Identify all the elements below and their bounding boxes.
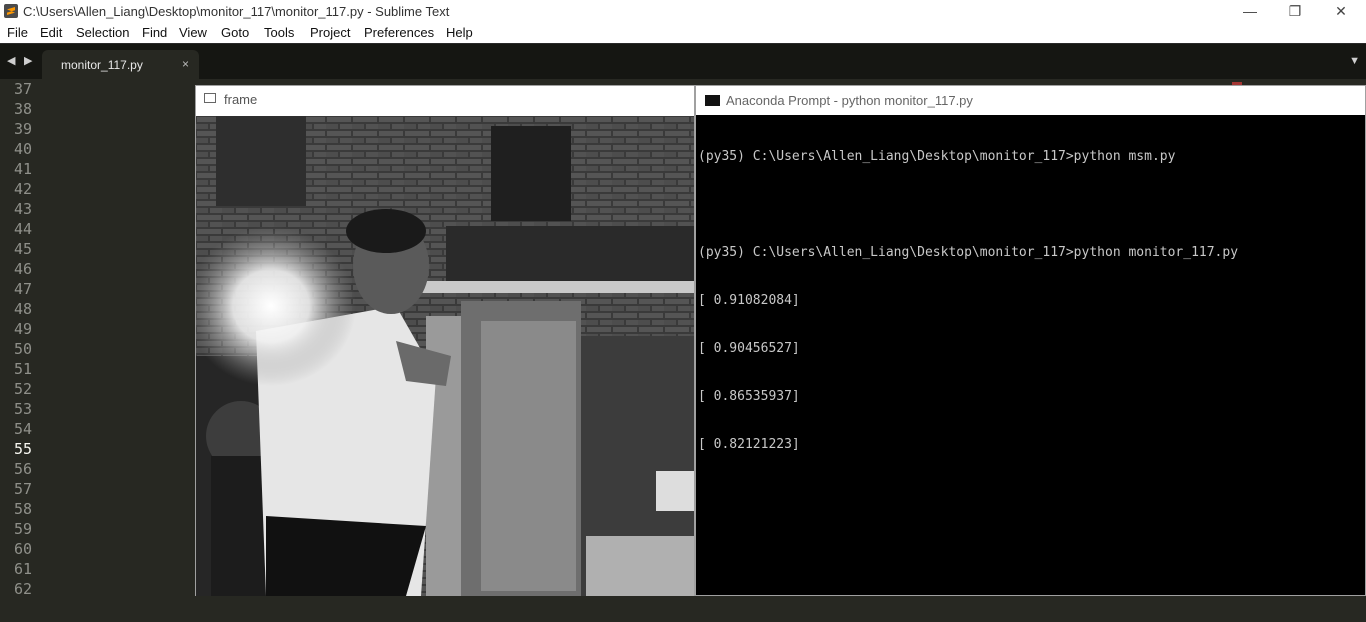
line-number: 42 — [13, 180, 32, 198]
terminal-icon — [705, 95, 720, 106]
line-number: 37 — [13, 80, 32, 98]
minimize-button[interactable]: — — [1227, 0, 1273, 23]
tab-strip: ◀ ▶ monitor_117.py × ▼ — [0, 43, 1366, 80]
menu-preferences[interactable]: Preferences — [364, 25, 434, 40]
line-number: 54 — [13, 420, 32, 438]
window-icon — [204, 93, 216, 103]
line-number-current: 55 — [13, 440, 32, 458]
title-bar: C:\Users\Allen_Liang\Desktop\monitor_117… — [0, 0, 1366, 23]
line-number: 62 — [13, 580, 32, 598]
line-number: 45 — [13, 240, 32, 258]
console-line: [ 0.91082084] — [698, 293, 800, 308]
tab-nav-left-icon[interactable]: ◀ — [7, 54, 15, 67]
menu-goto[interactable]: Goto — [221, 25, 249, 40]
close-button[interactable]: ✕ — [1318, 0, 1364, 23]
console-titlebar: Anaconda Prompt - python monitor_117.py — [696, 86, 1365, 115]
line-number: 57 — [13, 480, 32, 498]
close-icon[interactable]: × — [182, 57, 189, 71]
console-output[interactable]: (py35) C:\Users\Allen_Liang\Desktop\moni… — [698, 117, 1358, 485]
menu-view[interactable]: View — [179, 25, 207, 40]
line-number: 56 — [13, 460, 32, 478]
tab-label: monitor_117.py — [61, 58, 143, 72]
menu-bar: File Edit Selection Find View Goto Tools… — [0, 23, 1366, 43]
menu-selection[interactable]: Selection — [76, 25, 129, 40]
line-number: 51 — [13, 360, 32, 378]
menu-help[interactable]: Help — [446, 25, 473, 40]
window-title: C:\Users\Allen_Liang\Desktop\monitor_117… — [23, 4, 450, 19]
menu-tools[interactable]: Tools — [264, 25, 294, 40]
line-number: 61 — [13, 560, 32, 578]
line-number: 46 — [13, 260, 32, 278]
line-number: 43 — [13, 200, 32, 218]
console-line: [ 0.82121223] — [698, 437, 800, 452]
line-number: 52 — [13, 380, 32, 398]
line-number: 59 — [13, 520, 32, 538]
console-line: [ 0.90456527] — [698, 341, 800, 356]
line-number: 60 — [13, 540, 32, 558]
line-number: 48 — [13, 300, 32, 318]
line-number: 41 — [13, 160, 32, 178]
line-number: 47 — [13, 280, 32, 298]
line-number: 50 — [13, 340, 32, 358]
sublime-text-icon — [4, 4, 18, 18]
tab-nav-right-icon[interactable]: ▶ — [24, 54, 32, 67]
console-line: [ 0.86535937] — [698, 389, 800, 404]
maximize-button[interactable]: ❐ — [1272, 0, 1318, 23]
line-number: 44 — [13, 220, 32, 238]
line-number: 40 — [13, 140, 32, 158]
menu-file[interactable]: File — [7, 25, 28, 40]
console-window-title: Anaconda Prompt - python monitor_117.py — [726, 93, 973, 108]
frame-window-title: frame — [224, 92, 258, 107]
tab-dropdown-icon[interactable]: ▼ — [1349, 55, 1360, 67]
line-number: 39 — [13, 120, 32, 138]
console-line: (py35) C:\Users\Allen_Liang\Desktop\moni… — [698, 149, 1176, 164]
line-number: 58 — [13, 500, 32, 518]
frame-window[interactable]: frame — [195, 85, 695, 596]
anaconda-prompt-window[interactable]: Anaconda Prompt - python monitor_117.py … — [695, 85, 1366, 596]
menu-edit[interactable]: Edit — [40, 25, 62, 40]
camera-frame-svg — [196, 116, 694, 596]
tab-monitor-117[interactable]: monitor_117.py × — [42, 50, 199, 80]
line-number: 49 — [13, 320, 32, 338]
menu-project[interactable]: Project — [310, 25, 350, 40]
camera-frame-image — [196, 116, 694, 596]
console-line: (py35) C:\Users\Allen_Liang\Desktop\moni… — [698, 245, 1239, 260]
line-number: 53 — [13, 400, 32, 418]
line-number: 38 — [13, 100, 32, 118]
menu-find[interactable]: Find — [142, 25, 167, 40]
